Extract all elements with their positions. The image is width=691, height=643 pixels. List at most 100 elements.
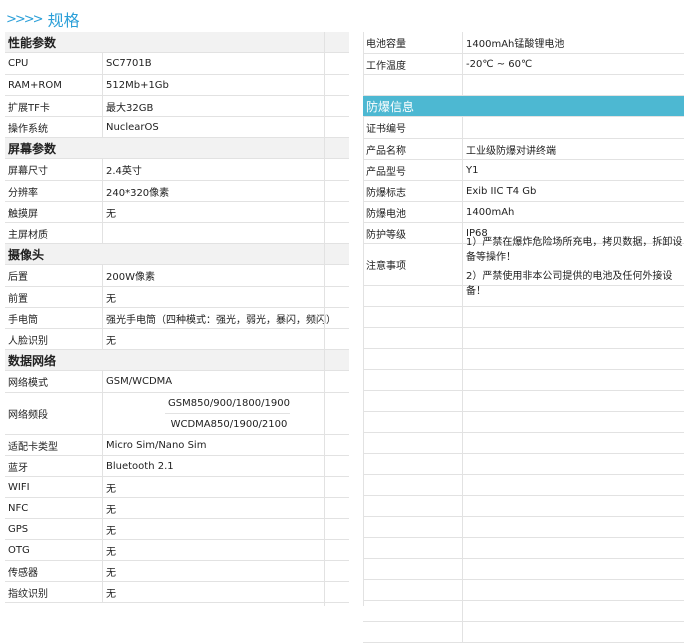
row-label: 主屏材质 [5,223,103,243]
chevrons-icon: >>>> [6,11,44,27]
row-value: 最大32GB [106,102,154,114]
empty-row [363,559,684,580]
table-row: 网络模式 GSM/WCDMA [5,371,349,393]
row-value-group: GSM850/900/1800/1900 WCDMA850/1900/2100 [103,393,349,434]
row-label [363,75,463,95]
row-label: RAM+ROM [5,75,103,95]
row-label: 适配卡类型 [5,435,103,455]
empty-row [363,433,684,454]
table-row: CPU SC7701B [5,53,349,75]
table-row: 分辨率 240*320像素 [5,181,349,202]
row-label: 蓝牙 [5,456,103,476]
table-row: 主屏材质 [5,223,349,244]
row-label: 屏幕尺寸 [5,159,103,180]
table-row: 工作温度 -20℃ ~ 60℃ [363,54,684,75]
row-value: 无 [106,483,116,495]
row-value: 无 [106,588,116,600]
row-label: OTG [5,540,103,560]
row-label: 扩展TF卡 [5,96,103,116]
row-value: Bluetooth 2.1 [106,460,174,472]
notes-value: 1）严禁在爆炸危险场所充电，拷贝数据，拆卸设备等操作！ 2）严禁使用非本公司提供… [463,237,684,297]
row-value [103,223,349,243]
section-camera: 摄像头 [5,244,349,265]
row-label: 前置 [5,287,103,307]
table-row: 蓝牙 Bluetooth 2.1 [5,456,349,477]
row-value: SC7701B [106,58,152,69]
table-row: 手电筒 强光手电筒（四种模式：强光，弱光，暴闪，频闪） [5,308,349,329]
empty-row [363,475,684,496]
row-label: 后置 [5,265,103,286]
table-row: NFC 无 [5,498,349,519]
table-row: 指纹识别无 [5,582,349,603]
table-row: 人脸识别无 [5,329,349,350]
row-value: -20℃ ~ 60℃ [466,58,533,70]
table-row: 屏幕尺寸 2.4英寸 [5,159,349,181]
table-row: WIFI 无 [5,477,349,498]
row-label: 工作温度 [363,54,463,74]
empty-row [363,496,684,517]
table-row: 前置无 [5,287,349,308]
table-row: 注意事项 1）严禁在爆炸危险场所充电，拷贝数据，拆卸设备等操作！ 2）严禁使用非… [363,237,684,297]
section-screen: 屏幕参数 [5,138,349,159]
row-label: 证书编号 [363,117,463,138]
table-row: 扩展TF卡 最大32GB [5,96,349,117]
row-value: GSM850/900/1800/1900 [165,393,290,414]
empty-row [363,349,684,370]
row-value [463,75,684,95]
section-performance: 性能参数 [5,32,349,53]
note-item: 1）严禁在爆炸危险场所充电，拷贝数据，拆卸设备等操作！ [466,236,683,263]
row-value: Exib IIC T4 Gb [466,185,537,197]
row-label: GPS [5,519,103,539]
left-spec-table: 性能参数 CPU SC7701B RAM+ROM 512Mb+1Gb 扩展TF卡 最大… [5,32,349,603]
table-row: 产品名称 工业级防爆对讲终端 [363,139,684,160]
row-value: 512Mb+1Gb [106,79,169,91]
empty-row [363,370,684,391]
table-row: 防爆标志 Exib IIC T4 Gb [363,181,684,202]
row-label: 人脸识别 [5,329,103,349]
row-value: 无 [106,567,116,579]
table-row: 操作系统 NuclearOS [5,117,349,138]
row-value: 无 [106,546,116,558]
row-label: 防护等级 [363,223,463,243]
empty-row [363,622,684,643]
row-label: 操作系统 [5,117,103,137]
spec-title-bar: >>>> 规格 [6,8,80,30]
row-label: 触摸屏 [5,202,103,222]
row-value: WCDMA850/1900/2100 [170,418,288,430]
empty-row [363,328,684,349]
row-label: 电池容量 [363,32,463,53]
row-label: NFC [5,498,103,518]
row-label: 传感器 [5,561,103,581]
section-explosion-proof: 防爆信息 [363,96,684,117]
row-value: 无 [106,208,116,220]
row-value: 工业级防爆对讲终端 [466,145,556,157]
row-label: CPU [5,53,103,74]
row-label: 网络模式 [5,371,103,392]
page-title: 规格 [47,11,80,30]
row-label: 防爆标志 [363,181,463,201]
empty-row [363,391,684,412]
row-value: GSM/WCDMA [106,376,173,387]
table-row: OTG 无 [5,540,349,561]
empty-row [363,538,684,559]
table-row: 触摸屏无 [5,202,349,223]
table-row: 证书编号 [363,117,684,139]
row-value: 1400mAh [466,206,515,218]
row-value: 1400mAh锰酸锂电池 [466,39,565,50]
table-row [363,75,684,96]
table-row: 后置 200W像素 [5,265,349,287]
table-row: 传感器无 [5,561,349,582]
row-value: Micro Sim/Nano Sim [106,439,207,451]
row-value: 无 [106,293,116,305]
row-value [463,117,684,138]
section-network: 数据网络 [5,350,349,371]
row-label: 产品名称 [363,139,463,159]
row-label: 防爆电池 [363,202,463,222]
empty-row [363,580,684,601]
row-value: Y1 [466,164,479,176]
row-value: NuclearOS [106,121,159,133]
table-row: RAM+ROM 512Mb+1Gb [5,75,349,96]
table-row: 电池容量 1400mAh锰酸锂电池 [363,32,684,54]
table-row: 防爆电池 1400mAh [363,202,684,223]
row-value: 2.4英寸 [106,166,142,177]
